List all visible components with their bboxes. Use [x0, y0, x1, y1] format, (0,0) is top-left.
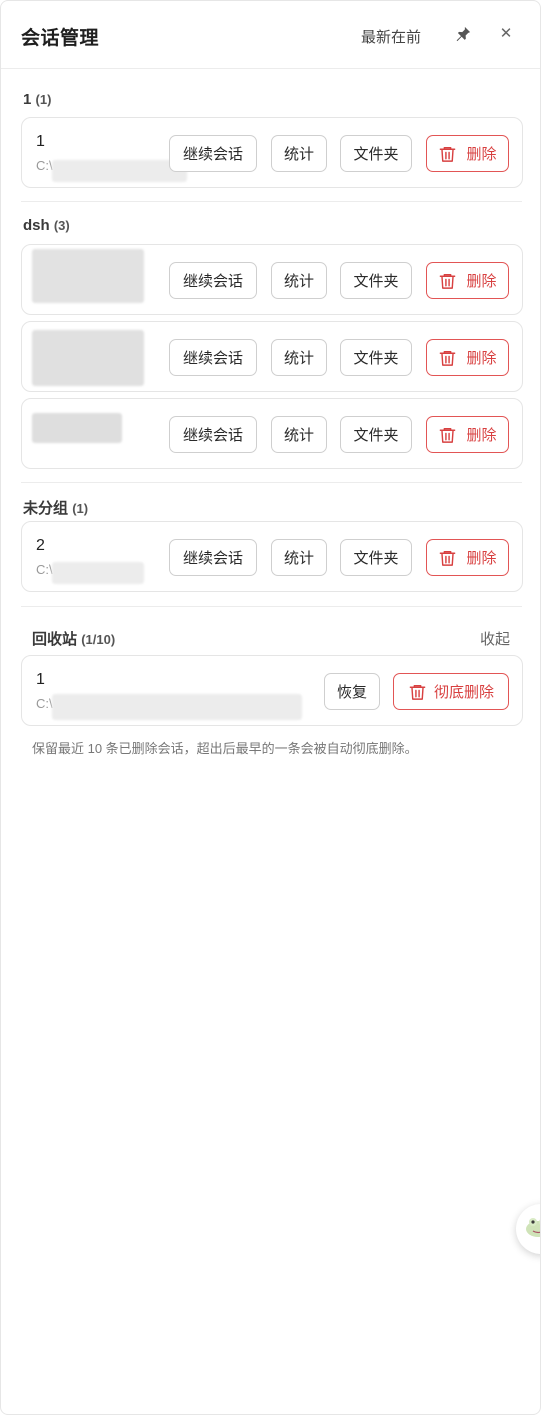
- sort-toggle-button[interactable]: 最新在前: [361, 26, 421, 47]
- group-divider: [21, 606, 522, 607]
- continue-session-button[interactable]: 继续会话: [169, 539, 257, 576]
- group-name: 未分组: [23, 500, 69, 517]
- recycle-bin-note: 保留最近 10 条已删除会话，超出后最早的一条会被自动彻底删除。: [32, 741, 418, 756]
- redacted-path: [52, 160, 187, 182]
- redacted-path: [52, 562, 144, 584]
- trash-icon: [409, 684, 426, 700]
- session-card: 继续会话 统计 文件夹 删除: [21, 244, 523, 315]
- delete-session-button[interactable]: 删除: [426, 135, 509, 172]
- stats-button[interactable]: 统计: [271, 339, 327, 376]
- delete-session-button[interactable]: 删除: [426, 339, 509, 376]
- stats-button[interactable]: 统计: [271, 539, 327, 576]
- recycle-bin-count: (1/10): [81, 632, 116, 647]
- group-divider: [21, 482, 522, 483]
- redacted-session-info: [32, 249, 144, 303]
- continue-session-button[interactable]: 继续会话: [169, 262, 257, 299]
- open-folder-button[interactable]: 文件夹: [340, 539, 412, 576]
- page-title: 会话管理: [21, 28, 100, 49]
- group-name: dsh: [23, 217, 50, 234]
- group-count: (1): [72, 501, 89, 516]
- stats-button[interactable]: 统计: [271, 262, 327, 299]
- trash-icon: [440, 350, 456, 366]
- redacted-session-info: [32, 330, 144, 386]
- session-path: C:\: [36, 696, 53, 711]
- group-name: 1: [23, 91, 32, 108]
- redacted-session-info: [32, 413, 122, 443]
- session-name: 1: [36, 133, 45, 150]
- session-manager-panel: 会话管理 最新在前 ✕ 1 (1) 1 C:\ 继续会话 统计 文件夹 删除 d…: [0, 0, 541, 1415]
- purge-label: 彻底删除: [433, 684, 494, 701]
- delete-session-button[interactable]: 删除: [426, 539, 509, 576]
- group-count: (3): [53, 218, 70, 233]
- permanently-delete-button[interactable]: 彻底删除: [393, 673, 509, 710]
- session-card: 继续会话 统计 文件夹 删除: [21, 321, 523, 392]
- open-folder-button[interactable]: 文件夹: [340, 416, 412, 453]
- session-path: C:\: [36, 158, 53, 173]
- session-name: 2: [36, 537, 45, 554]
- delete-label: 删除: [466, 273, 497, 290]
- recycle-bin-header: 回收站 (1/10): [32, 628, 115, 649]
- delete-label: 删除: [466, 427, 497, 444]
- pin-icon[interactable]: [454, 25, 472, 43]
- delete-session-button[interactable]: 删除: [426, 262, 509, 299]
- session-name: 1: [36, 671, 45, 688]
- redacted-path: [52, 694, 302, 720]
- session-card: 继续会话 统计 文件夹 删除: [21, 398, 523, 469]
- recycle-bin-title: 回收站: [32, 631, 78, 648]
- restore-button[interactable]: 恢复: [324, 673, 380, 710]
- trash-icon: [440, 427, 456, 443]
- group-header-dsh: dsh (3): [23, 217, 70, 234]
- continue-session-button[interactable]: 继续会话: [169, 416, 257, 453]
- continue-session-button[interactable]: 继续会话: [169, 135, 257, 172]
- delete-label: 删除: [466, 146, 497, 163]
- assistant-floating-button[interactable]: [516, 1204, 540, 1254]
- panel-header: 会话管理 最新在前 ✕: [1, 1, 540, 69]
- delete-label: 删除: [466, 350, 497, 367]
- stats-button[interactable]: 统计: [271, 135, 327, 172]
- trash-icon: [440, 146, 456, 162]
- group-header-1: 1 (1): [23, 91, 51, 108]
- session-path: C:\: [36, 562, 53, 577]
- group-header-ungrouped: 未分组 (1): [23, 497, 88, 518]
- stats-button[interactable]: 统计: [271, 416, 327, 453]
- open-folder-button[interactable]: 文件夹: [340, 339, 412, 376]
- trash-icon: [440, 550, 456, 566]
- session-card: 2 C:\ 继续会话 统计 文件夹 删除: [21, 521, 523, 592]
- continue-session-button[interactable]: 继续会话: [169, 339, 257, 376]
- frog-icon: [526, 1218, 540, 1237]
- open-folder-button[interactable]: 文件夹: [340, 135, 412, 172]
- close-icon[interactable]: ✕: [498, 26, 514, 42]
- trash-icon: [440, 273, 456, 289]
- open-folder-button[interactable]: 文件夹: [340, 262, 412, 299]
- group-count: (1): [35, 92, 52, 107]
- session-card: 1 C:\ 继续会话 统计 文件夹 删除: [21, 117, 523, 188]
- delete-label: 删除: [466, 550, 497, 567]
- deleted-session-card: 1 C:\ 恢复 彻底删除: [21, 655, 523, 726]
- delete-session-button[interactable]: 删除: [426, 416, 509, 453]
- group-divider: [21, 201, 522, 202]
- collapse-recycle-bin-button[interactable]: 收起: [480, 628, 510, 649]
